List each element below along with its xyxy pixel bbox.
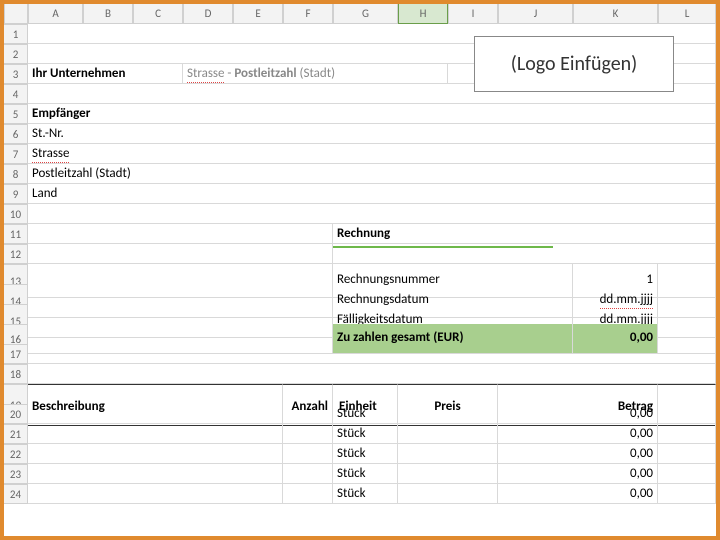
col-header-C[interactable]: C — [133, 4, 183, 24]
row-header-18[interactable]: 18 — [4, 364, 28, 384]
recipient-postal[interactable]: Postleitzahl (Stadt) — [28, 164, 716, 184]
row-header-8[interactable]: 8 — [4, 164, 28, 184]
recipient-street[interactable]: Strasse — [28, 144, 716, 164]
row-header-21[interactable]: 21 — [4, 424, 28, 444]
table-row[interactable] — [283, 424, 333, 444]
corner-cell[interactable] — [4, 4, 28, 24]
row-header-5[interactable]: 5 — [4, 104, 28, 124]
table-row[interactable]: 0,00 — [498, 404, 658, 424]
table-row[interactable] — [28, 424, 283, 444]
col-header-H[interactable]: H — [398, 4, 448, 24]
table-row[interactable] — [28, 404, 283, 424]
table-row[interactable] — [283, 404, 333, 424]
row-header-20[interactable]: 20 — [4, 404, 28, 424]
table-row[interactable]: Stück — [333, 424, 398, 444]
cell[interactable] — [28, 344, 716, 364]
table-row[interactable]: Stück — [333, 464, 398, 484]
row-header-4[interactable]: 4 — [4, 84, 28, 104]
cell[interactable] — [28, 244, 333, 264]
row-header-22[interactable]: 22 — [4, 444, 28, 464]
recipient-country[interactable]: Land — [28, 184, 716, 204]
row-header-24[interactable]: 24 — [4, 484, 28, 504]
row-header-11[interactable]: 11 — [4, 224, 28, 244]
table-row[interactable] — [28, 444, 283, 464]
row-header-6[interactable]: 6 — [4, 124, 28, 144]
col-header-F[interactable]: F — [283, 4, 333, 24]
col-header-A[interactable]: A — [28, 4, 83, 24]
col-header-J[interactable]: J — [498, 4, 573, 24]
recipient-title[interactable]: Empfänger — [28, 104, 716, 124]
postal-text: Postleitzahl — [234, 66, 296, 81]
table-row[interactable]: 0,00 — [498, 464, 658, 484]
logo-placeholder[interactable]: (Logo Einfügen) — [474, 36, 674, 92]
row-header-2[interactable]: 2 — [4, 44, 28, 64]
row-header-12[interactable]: 12 — [4, 244, 28, 264]
col-header-B[interactable]: B — [83, 4, 133, 24]
street-text: Strasse — [187, 66, 224, 83]
divider — [333, 246, 553, 248]
company-address[interactable]: Strasse - Postleitzahl (Stadt) — [183, 64, 448, 84]
table-row[interactable]: 0,00 — [498, 424, 658, 444]
company-name[interactable]: Ihr Unternehmen — [28, 64, 183, 84]
street-value: Strasse — [32, 146, 69, 163]
cell[interactable] — [658, 484, 716, 504]
row-header-1[interactable]: 1 — [4, 24, 28, 44]
table-row[interactable]: Stück — [333, 484, 398, 504]
row-header-23[interactable]: 23 — [4, 464, 28, 484]
sep: - — [224, 66, 234, 81]
city-text: (Stadt) — [297, 66, 335, 81]
row-header-9[interactable]: 9 — [4, 184, 28, 204]
cell[interactable] — [28, 224, 333, 244]
cell[interactable] — [333, 244, 716, 264]
table-row[interactable] — [283, 464, 333, 484]
table-row[interactable] — [283, 444, 333, 464]
table-row[interactable] — [398, 424, 498, 444]
table-row[interactable]: Stück — [333, 404, 398, 424]
row-header-7[interactable]: 7 — [4, 144, 28, 164]
table-row[interactable] — [398, 484, 498, 504]
cell[interactable] — [28, 364, 716, 384]
table-row[interactable]: Stück — [333, 444, 398, 464]
table-row[interactable] — [28, 464, 283, 484]
col-header-I[interactable]: I — [448, 4, 498, 24]
cell[interactable] — [658, 444, 716, 464]
table-row[interactable] — [398, 464, 498, 484]
col-header-D[interactable]: D — [183, 4, 233, 24]
cell[interactable] — [658, 404, 716, 424]
cell[interactable] — [658, 464, 716, 484]
invoice-title[interactable]: Rechnung — [333, 224, 716, 244]
col-header-G[interactable]: G — [333, 4, 398, 24]
table-row[interactable]: 0,00 — [498, 444, 658, 464]
table-row[interactable] — [28, 484, 283, 504]
spreadsheet-grid[interactable]: A B C D E F G H I J K L 1 2 3 Ihr Untern… — [4, 4, 716, 504]
recipient-taxno[interactable]: St.-Nr. — [28, 124, 716, 144]
row-header-17[interactable]: 17 — [4, 344, 28, 364]
table-row[interactable] — [283, 484, 333, 504]
cell[interactable] — [658, 424, 716, 444]
table-row[interactable] — [398, 404, 498, 424]
table-row[interactable] — [398, 444, 498, 464]
row-header-3[interactable]: 3 — [4, 64, 28, 84]
row-header-10[interactable]: 10 — [4, 204, 28, 224]
col-header-E[interactable]: E — [233, 4, 283, 24]
table-row[interactable]: 0,00 — [498, 484, 658, 504]
col-header-K[interactable]: K — [573, 4, 658, 24]
cell[interactable] — [28, 204, 716, 224]
col-header-L[interactable]: L — [658, 4, 716, 24]
